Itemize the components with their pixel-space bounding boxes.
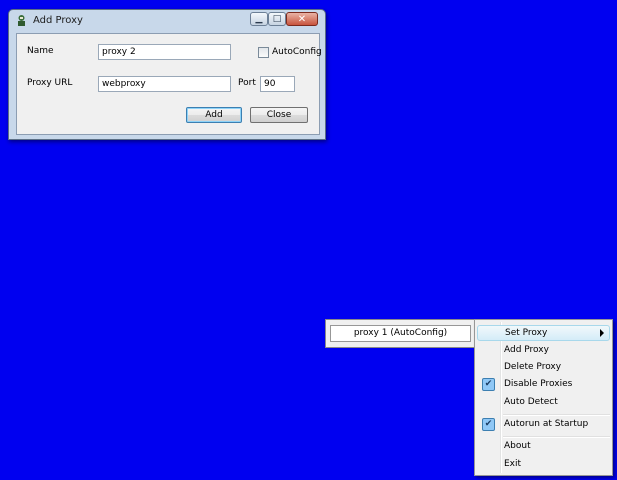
add-button[interactable]: Add [186, 107, 242, 123]
app-icon [18, 15, 25, 26]
menu-item-label: Delete Proxy [504, 362, 562, 372]
menu-separator [503, 436, 610, 438]
port-input[interactable]: 90 [260, 76, 295, 92]
dialog-body: Name proxy 2 AutoConfig Proxy URL webpro… [16, 33, 322, 135]
tray-context-menu: Set Proxy Add Proxy Delete Proxy ✔ Disab… [474, 319, 613, 476]
submenu-arrow-icon [600, 329, 604, 337]
autoconfig-label[interactable]: AutoConfig [272, 47, 322, 57]
proxy-url-input[interactable]: webproxy [98, 76, 231, 92]
checkmark-icon: ✔ [482, 378, 495, 391]
checkmark-icon: ✔ [482, 418, 495, 431]
name-label: Name [27, 46, 54, 56]
menu-item-disable-proxies[interactable]: ✔ Disable Proxies [477, 377, 610, 393]
menu-item-label: Exit [504, 459, 522, 469]
title-bar[interactable]: Add Proxy ▁ □ ✕ [9, 10, 325, 32]
menu-separator [503, 414, 610, 416]
port-label: Port [238, 78, 256, 88]
menu-item-set-proxy[interactable]: Set Proxy [477, 325, 610, 341]
menu-item-add-proxy[interactable]: Add Proxy [477, 343, 610, 359]
menu-item-label: Auto Detect [504, 397, 558, 407]
close-button[interactable]: Close [250, 107, 308, 123]
minimize-icon: ▁ [255, 13, 263, 24]
menu-item-label: Set Proxy [505, 328, 548, 338]
close-icon: ✕ [297, 13, 307, 25]
menu-item-label: Autorun at Startup [504, 419, 589, 429]
maximize-icon: □ [272, 13, 282, 24]
menu-item-label: About [504, 441, 531, 451]
current-proxy-panel: proxy 1 (AutoConfig) [325, 319, 477, 348]
minimize-button[interactable]: ▁ [250, 12, 268, 26]
menu-item-auto-detect[interactable]: Auto Detect [477, 395, 610, 411]
menu-item-about[interactable]: About [477, 439, 610, 455]
proxy-url-label: Proxy URL [27, 78, 73, 88]
current-proxy-label[interactable]: proxy 1 (AutoConfig) [330, 325, 471, 342]
window-title: Add Proxy [33, 15, 83, 26]
name-input[interactable]: proxy 2 [98, 44, 231, 60]
add-proxy-window: Add Proxy ▁ □ ✕ Name proxy 2 AutoConfig … [8, 9, 326, 140]
menu-item-label: Disable Proxies [504, 379, 573, 389]
menu-item-label: Add Proxy [504, 345, 549, 355]
menu-item-autorun-at-startup[interactable]: ✔ Autorun at Startup [477, 417, 610, 433]
autoconfig-checkbox[interactable] [258, 47, 269, 58]
window-close-button[interactable]: ✕ [286, 12, 318, 26]
menu-item-delete-proxy[interactable]: Delete Proxy [477, 360, 610, 376]
menu-item-exit[interactable]: Exit [477, 457, 610, 473]
maximize-button[interactable]: □ [268, 12, 286, 26]
